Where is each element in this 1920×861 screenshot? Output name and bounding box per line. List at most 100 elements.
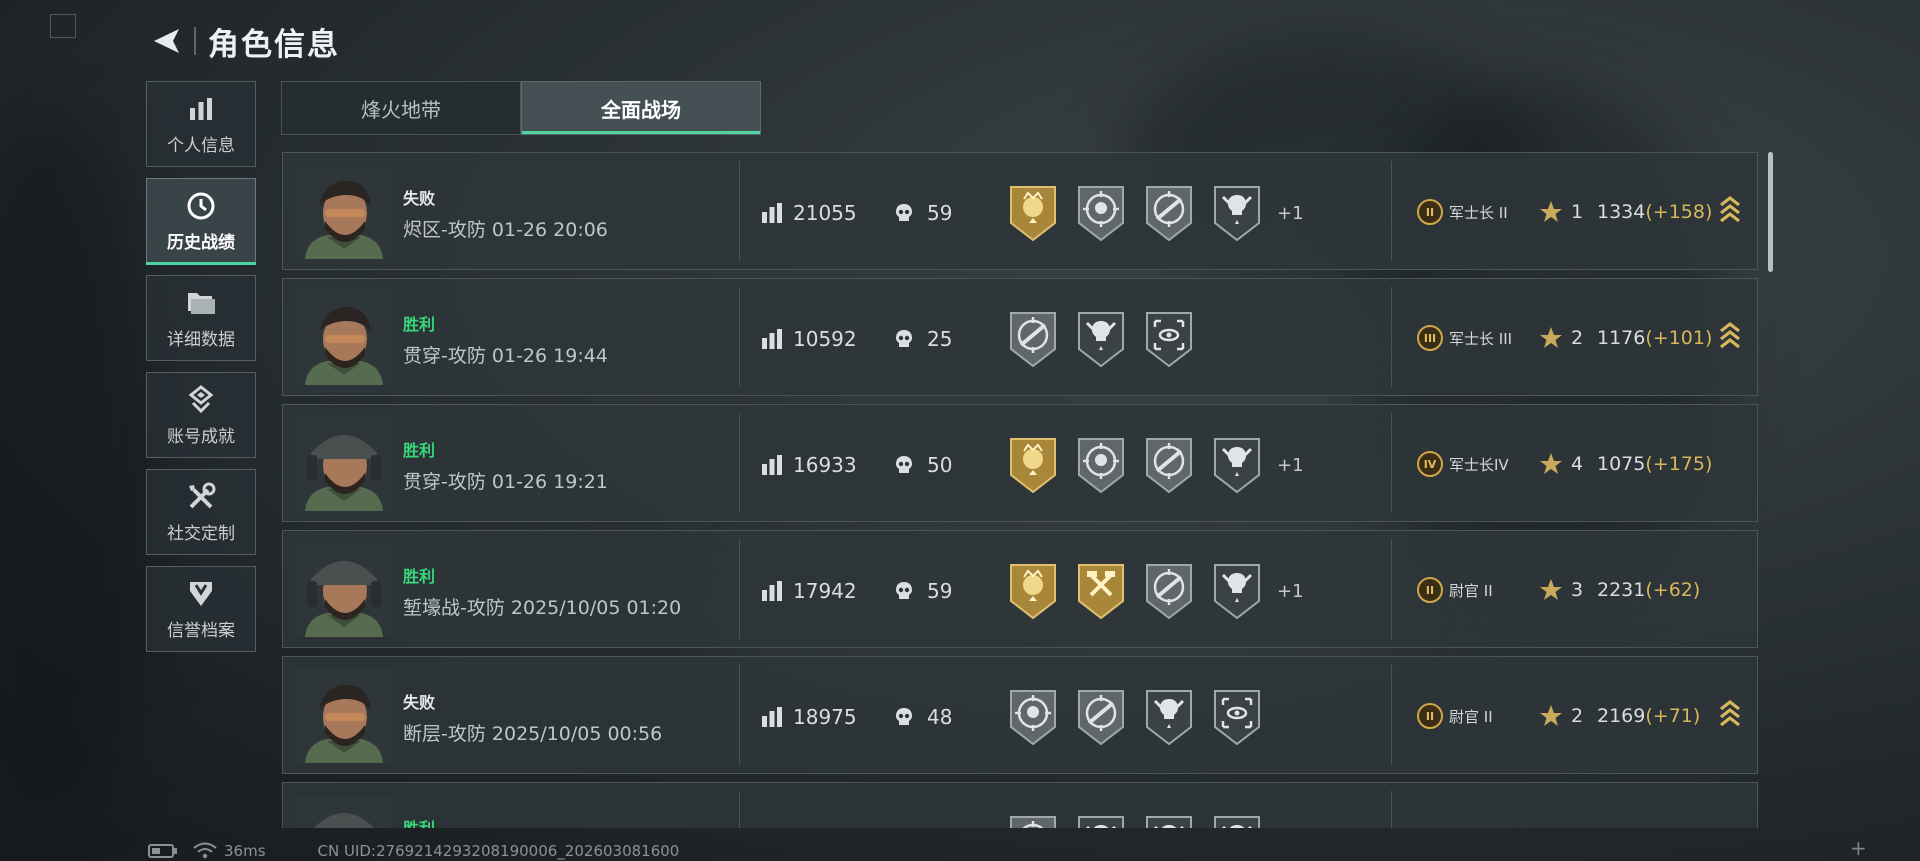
bar-chart-icon bbox=[188, 93, 214, 125]
tab-hazard-zone[interactable]: 烽火地带 bbox=[281, 81, 521, 135]
medal-skull-star-icon[interactable] bbox=[1211, 435, 1263, 495]
map-and-time: 断层-攻防 2025/10/05 00:56 bbox=[403, 723, 663, 745]
medal-list: +1 bbox=[1007, 435, 1304, 495]
rank-level: 4 bbox=[1571, 453, 1584, 475]
sidebar-item-achievements[interactable]: 账号成就 bbox=[146, 372, 256, 458]
column-divider bbox=[739, 413, 740, 513]
rank-name: 军士长 II bbox=[1449, 203, 1508, 222]
medal-target-rifle-icon[interactable] bbox=[1143, 183, 1195, 243]
rank-points: 2169 bbox=[1597, 705, 1646, 727]
medal-skull-star-icon[interactable] bbox=[1075, 813, 1127, 828]
map-and-time: 烬区-攻防 01-26 20:06 bbox=[403, 219, 608, 241]
match-result: 胜利 bbox=[403, 441, 436, 460]
sidebar-item-social-custom[interactable]: 社交定制 bbox=[146, 469, 256, 555]
match-row[interactable]: 胜利 贯穿-攻防 01-26 19:21 16933 50 +1 IV 军士长I… bbox=[282, 404, 1758, 522]
rank-level: 3 bbox=[1571, 579, 1584, 601]
avatar bbox=[297, 165, 391, 259]
medal-list bbox=[1007, 309, 1195, 369]
map-and-time: 堑壕战-攻防 2025/10/05 01:20 bbox=[403, 597, 682, 619]
match-history-list: 失败 烬区-攻防 01-26 20:06 21055 59 +1 II 军士长 … bbox=[282, 152, 1758, 828]
medal-skull-star-icon[interactable] bbox=[1143, 813, 1195, 828]
score-icon bbox=[761, 706, 783, 728]
column-divider bbox=[1391, 539, 1392, 639]
rank-level: 2 bbox=[1571, 705, 1584, 727]
score-value: 10592 bbox=[793, 327, 857, 351]
rank-points: 2231 bbox=[1597, 579, 1646, 601]
match-row[interactable]: 胜利 贯穿-攻防 01-26 19:44 10592 25 III 军士长 II… bbox=[282, 278, 1758, 396]
rank-badge-icon: III bbox=[1417, 325, 1443, 351]
sidebar-item-match-history[interactable]: 历史战绩 bbox=[146, 178, 256, 265]
rank-level: 2 bbox=[1571, 327, 1584, 349]
sidebar-item-label: 信誉档案 bbox=[167, 620, 235, 641]
medal-target-skull-icon[interactable] bbox=[1007, 813, 1059, 828]
medal-skull-star-icon[interactable] bbox=[1211, 183, 1263, 243]
rank-name: 尉官 II bbox=[1449, 581, 1493, 600]
medal-skull-star-icon[interactable] bbox=[1143, 687, 1195, 747]
skull-icon bbox=[893, 706, 915, 728]
rank-points-delta: (+62) bbox=[1645, 579, 1701, 601]
medal-list: +1 bbox=[1007, 183, 1304, 243]
column-divider bbox=[739, 539, 740, 639]
medal-target-rifle-icon[interactable] bbox=[1075, 687, 1127, 747]
medal-target-skull-icon[interactable] bbox=[1007, 687, 1059, 747]
list-scrollbar[interactable] bbox=[1768, 152, 1773, 272]
medal-eye-scope-icon[interactable] bbox=[1211, 687, 1263, 747]
match-kills: 50 bbox=[893, 453, 952, 477]
medal-skull-star-icon[interactable] bbox=[1211, 561, 1263, 621]
extra-medals-count[interactable]: +1 bbox=[1277, 203, 1304, 224]
medal-gold-crown-icon[interactable] bbox=[1007, 183, 1059, 243]
medal-gold-hammer-icon[interactable] bbox=[1075, 561, 1127, 621]
rank-points-delta: (+101) bbox=[1645, 327, 1713, 349]
sidebar-item-personal-info[interactable]: 个人信息 bbox=[146, 81, 256, 167]
user-uid: CN UID:276921429320819000​6_202603081600 bbox=[317, 842, 680, 860]
rank-level: 1 bbox=[1571, 201, 1584, 223]
match-row[interactable]: 胜利 堑壕战-攻防 2025/10/05 01:20 17942 59 +1 I… bbox=[282, 530, 1758, 648]
battery-icon bbox=[148, 844, 177, 858]
match-score: 18975 bbox=[761, 705, 857, 729]
medal-skull-star-icon[interactable] bbox=[1075, 309, 1127, 369]
score-icon bbox=[761, 202, 783, 224]
rank-points: 1075 bbox=[1597, 453, 1646, 475]
sidebar-item-label: 详细数据 bbox=[167, 329, 235, 350]
medal-gold-crown-icon[interactable] bbox=[1007, 435, 1059, 495]
extra-medals-count[interactable]: +1 bbox=[1277, 455, 1304, 476]
medal-target-rifle-icon[interactable] bbox=[1143, 561, 1195, 621]
extra-medals-count[interactable]: +1 bbox=[1277, 581, 1304, 602]
kills-value: 50 bbox=[927, 453, 953, 477]
rank-up-chevrons-icon bbox=[1719, 321, 1741, 351]
match-score: 10592 bbox=[761, 327, 857, 351]
match-row[interactable]: 失败 断层-攻防 2025/10/05 00:56 18975 48 II 尉官… bbox=[282, 656, 1758, 774]
folder-icon bbox=[186, 287, 216, 319]
avatar bbox=[297, 795, 391, 828]
sidebar-item-label: 账号成就 bbox=[167, 426, 235, 447]
column-divider bbox=[739, 665, 740, 765]
column-divider bbox=[1391, 287, 1392, 387]
clock-icon bbox=[186, 190, 216, 222]
medal-skull-star-icon[interactable] bbox=[1211, 813, 1263, 828]
kills-value: 59 bbox=[927, 201, 953, 225]
match-score: 17942 bbox=[761, 579, 857, 603]
map-and-time: 贯穿-攻防 01-26 19:21 bbox=[403, 471, 608, 493]
tab-all-out-warfare[interactable]: 全面战场 bbox=[521, 81, 761, 135]
rank-info: III 军士长 III 2 1176 (+101) bbox=[1417, 323, 1712, 353]
match-row[interactable]: 失败 烬区-攻防 01-26 20:06 21055 59 +1 II 军士长 … bbox=[282, 152, 1758, 270]
medal-gold-crown-icon[interactable] bbox=[1007, 561, 1059, 621]
match-row[interactable]: 胜利 bbox=[282, 782, 1758, 828]
medal-target-skull-icon[interactable] bbox=[1075, 435, 1127, 495]
avatar bbox=[297, 291, 391, 385]
medal-target-rifle-icon[interactable] bbox=[1007, 309, 1059, 369]
column-divider bbox=[1391, 413, 1392, 513]
medal-target-rifle-icon[interactable] bbox=[1143, 435, 1195, 495]
medal-target-skull-icon[interactable] bbox=[1075, 183, 1127, 243]
match-result: 胜利 bbox=[403, 815, 435, 828]
star-icon bbox=[1539, 578, 1563, 602]
skull-icon bbox=[893, 580, 915, 602]
match-result: 失败 bbox=[403, 693, 436, 712]
sidebar-item-detailed-data[interactable]: 详细数据 bbox=[146, 275, 256, 361]
match-score: 21055 bbox=[761, 201, 857, 225]
sidebar-item-credit-profile[interactable]: 信誉档案 bbox=[146, 566, 256, 652]
medal-eye-scope-icon[interactable] bbox=[1143, 309, 1195, 369]
back-button[interactable] bbox=[146, 21, 186, 61]
score-icon bbox=[761, 454, 783, 476]
status-bar: 36ms CN UID:276921429320819000​6_2026030… bbox=[148, 842, 679, 860]
